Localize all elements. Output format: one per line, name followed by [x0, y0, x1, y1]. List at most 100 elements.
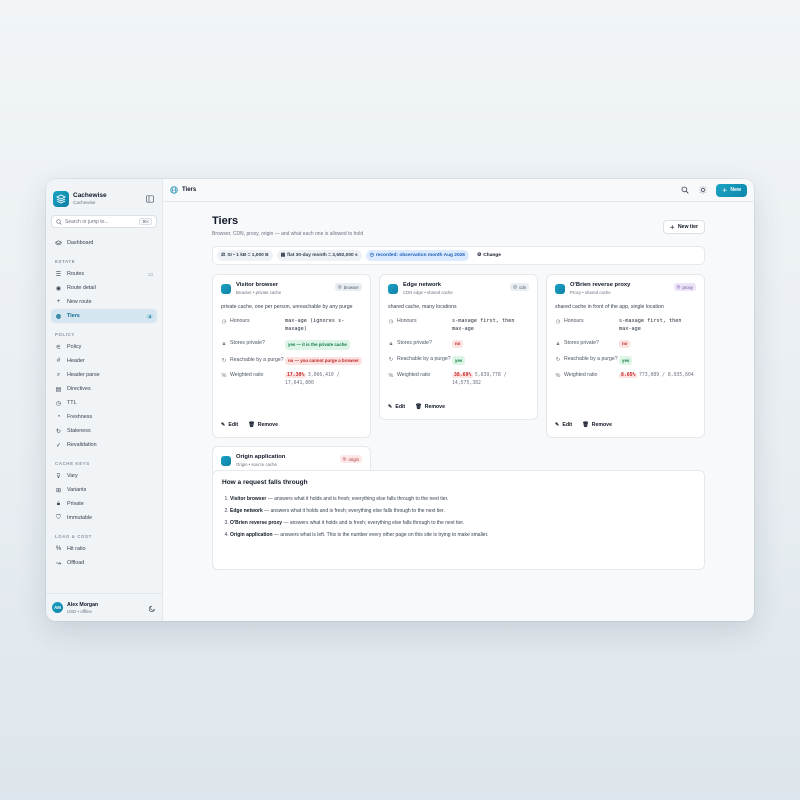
tier-field-label: Weighted ratio: [564, 372, 598, 378]
tier-field-value: s-maxage first, then max-age: [452, 318, 529, 333]
search-icon: ⌕: [56, 371, 61, 378]
weighted-ratio-detail: 773,089 / 8,935,604: [638, 373, 694, 378]
sidebar-item-staleness[interactable]: ↻ Staleness: [51, 424, 157, 438]
lock-icon: 🔒︎: [556, 340, 560, 347]
clock-icon: ◷: [221, 319, 227, 325]
sidebar-item-header[interactable]: # Header: [51, 354, 157, 368]
tier-field-label: Stores private?: [564, 340, 599, 346]
sidebar-section-label: CACHE KEYS: [55, 461, 90, 466]
filter-icon: ⊽: [56, 473, 61, 480]
sidebar-item-ttl[interactable]: ◷ TTL: [51, 396, 157, 410]
new-tier-label: New tier: [677, 224, 698, 230]
sidebar-item-immutable[interactable]: ⛉ Immutable: [51, 511, 157, 525]
weighted-ratio-percent: 17.30%: [285, 373, 307, 378]
remove-button[interactable]: 🗑︎Remove: [582, 422, 612, 428]
sidebar-item-dashboard[interactable]: Dashboard: [51, 236, 157, 250]
sidebar-item-vary[interactable]: ⊽ Vary: [51, 469, 157, 483]
weighted-ratio-percent: 38.69%: [452, 373, 474, 378]
remove-button[interactable]: 🗑︎Remove: [248, 422, 278, 428]
pencil-icon: ✎: [555, 422, 560, 428]
tier-field: 🔒︎ Stores private? no: [555, 340, 696, 349]
fallthrough-step: Visitor browser — answers what it holds …: [230, 496, 695, 502]
new-button[interactable]: ＋ New: [716, 183, 747, 197]
sidebar-item-policy[interactable]: ⚟ Policy: [51, 340, 157, 354]
sidebar-item-header-parse[interactable]: ⌕ Header parse: [51, 368, 157, 382]
search-icon[interactable]: [678, 183, 692, 197]
tier-field-label: Reachable by a purge?: [397, 355, 451, 362]
tier-field: 🔒︎ Stores private? no: [388, 340, 529, 349]
search-input[interactable]: Search or jump to... ⌘K: [51, 215, 157, 228]
moon-icon[interactable]: [148, 599, 156, 617]
sidebar-item-label: New route: [67, 299, 92, 305]
refresh-icon: ↻: [388, 356, 394, 363]
app-window: Cachewise Cachewise Search or jump to...…: [46, 179, 754, 621]
sidebar-item-offload[interactable]: ↝ Offload: [51, 556, 157, 570]
avatar: AM: [52, 602, 63, 613]
fallthrough-step-text: — answers what it holds and is fresh; ev…: [282, 520, 465, 526]
tier-field: % Weighted ratio 17.30% 3,066,410 / 17,641…: [221, 372, 362, 387]
tier-logo-icon: [221, 284, 231, 294]
fallthrough-step-text: — answers what is left. This is the numb…: [272, 532, 489, 538]
tier-logo-icon: [555, 284, 565, 294]
tier-field-value: s-maxage first, then max-age: [619, 318, 696, 333]
tier-logo-icon: [221, 456, 231, 466]
tier-card-header: O'Brien reverse proxy Proxy • shared cach…: [555, 282, 696, 295]
globe-icon: [170, 181, 178, 199]
sidebar-item-private[interactable]: 🔒︎ Private: [51, 497, 157, 511]
sidebar-item-routes[interactable]: ☰ Routes 13: [51, 267, 157, 281]
sidebar-item-hit-ratio[interactable]: % Hit ratio: [51, 542, 157, 556]
cachewise-logo-icon: [53, 190, 69, 207]
tier-description: shared cache in front of the app, single…: [555, 304, 664, 310]
edit-button[interactable]: ✎Edit: [221, 422, 238, 428]
sidebar-item-variants[interactable]: ⊞ Variants: [51, 483, 157, 497]
check-icon: ✓: [55, 442, 62, 449]
sidebar-toggle-icon[interactable]: [145, 194, 155, 204]
assumptions-bar: ⚖ SI • 1 kB = 1,000 B ▦ flat 30-day mont…: [212, 246, 705, 265]
tier-badge-label: proxy: [682, 284, 693, 290]
tier-titles: Visitor browser Browser • private cache: [236, 282, 335, 295]
sidebar-item-route-detail[interactable]: ◉ Route detail: [51, 281, 157, 295]
tier-description: private cache, one per person, unreachab…: [221, 304, 353, 310]
tier-logo-icon: [388, 284, 398, 294]
app-subtitle: Cachewise: [73, 200, 96, 205]
edit-button[interactable]: ✎Edit: [388, 404, 405, 410]
sidebar-item-label: Freshness: [67, 414, 93, 420]
units-chip-label: SI • 1 kB = 1,000 B: [227, 253, 269, 258]
sidebar-item-label: Dashboard: [67, 240, 94, 246]
tier-actions: ✎Edit 🗑︎Remove: [221, 417, 278, 433]
tier-field: ◷ Honours s-maxage first, then max-age: [388, 318, 529, 333]
fallthrough-list: Visitor browser — answers what it holds …: [222, 496, 695, 538]
sidebar-item-label: Offload: [67, 560, 85, 566]
layers-icon: [55, 239, 62, 247]
gauge-icon: ◔: [56, 414, 61, 420]
sidebar-item-revalidation[interactable]: ✓ Revalidation: [51, 438, 157, 452]
sidebar-item-label: Directives: [67, 386, 91, 392]
tier-badge: ◎ proxy: [673, 283, 696, 291]
page-content: Tiers Browser, CDN, proxy, origin — and …: [212, 203, 705, 570]
sidebar-item-label: Header parse: [67, 372, 100, 378]
remove-button[interactable]: 🗑︎Remove: [415, 404, 445, 410]
honours-value: max-age (ignores s-maxage): [285, 318, 345, 332]
tier-card: Edge network CDN edge • shared cache ◎ cdn s…: [379, 274, 538, 420]
sidebar-item-tiers[interactable]: ◍ Tiers 4: [51, 309, 157, 323]
tier-field: % Weighted ratio 8.65% 773,089 / 8,935,604: [555, 372, 696, 380]
fallthrough-step: Edge network — answers what it holds and…: [230, 508, 695, 514]
new-tier-button[interactable]: ＋ New tier: [662, 220, 705, 234]
tier-field: ↻ Reachable by a purge? no — you cannot pu…: [221, 356, 362, 366]
clock-icon: ◷: [555, 319, 561, 325]
sidebar-item-freshness[interactable]: ◔ Freshness: [51, 410, 157, 424]
sun-icon[interactable]: [696, 183, 710, 197]
topbar: Tiers ＋ New: [163, 179, 754, 202]
weighted-ratio: 17.30% 3,066,410 / 17,641,800: [285, 372, 340, 386]
percent-icon: %: [388, 373, 394, 379]
sidebar-item-label: Tiers: [67, 313, 80, 319]
user-profile[interactable]: AM Alex Morgan USD • offline: [46, 593, 162, 621]
tier-field: % Weighted ratio 38.69% 5,639,778 / 14,575…: [388, 372, 529, 387]
sidebar-item-new-route[interactable]: + New route: [51, 295, 157, 309]
tier-field-label: Stores private?: [230, 340, 265, 346]
change-button[interactable]: ⚙ Change: [473, 250, 505, 261]
tier-badge-label: origin: [348, 456, 359, 462]
user-status: USD • offline: [67, 608, 92, 614]
edit-button[interactable]: ✎Edit: [555, 422, 572, 428]
sidebar-item-directives[interactable]: ▤ Directives: [51, 382, 157, 396]
